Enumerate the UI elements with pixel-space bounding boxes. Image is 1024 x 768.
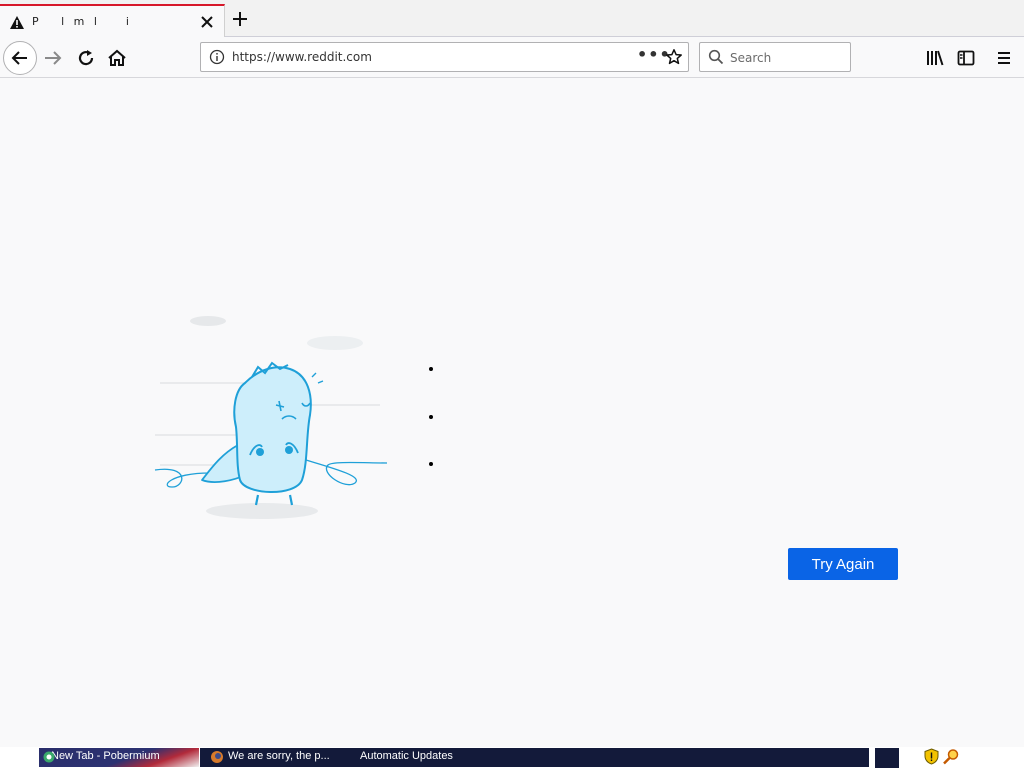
taskbar-item-label: We are sorry, the p...	[228, 750, 330, 762]
url-bar[interactable]: https://www.reddit.com •••	[200, 42, 689, 72]
new-tab-button[interactable]	[230, 9, 250, 29]
reload-button[interactable]	[75, 47, 97, 69]
taskbar-item-automatic-updates[interactable]: Automatic Updates	[357, 748, 869, 767]
hamburger-menu-icon[interactable]	[994, 47, 1014, 69]
search-input[interactable]	[730, 49, 840, 67]
library-icon[interactable]	[924, 47, 946, 69]
firefox-icon	[211, 751, 223, 763]
list-item	[444, 456, 464, 504]
close-icon[interactable]	[198, 13, 216, 31]
taskbar: New Tab - Pobermium We are sorry, the p.…	[0, 747, 1024, 768]
list-item	[444, 409, 464, 457]
error-detail-list	[432, 361, 464, 504]
list-item	[444, 361, 464, 409]
page-content: Try Again	[0, 79, 1024, 747]
page-actions-button[interactable]: •••	[637, 44, 670, 70]
taskbar-item-new-tab[interactable]: New Tab - Pobermium	[39, 748, 199, 767]
tab-title: P l m l i	[32, 15, 132, 28]
search-icon	[708, 49, 724, 65]
sidebar-icon[interactable]	[955, 47, 977, 69]
warning-icon	[10, 16, 24, 29]
taskbar-item-error-page[interactable]: We are sorry, the p...	[200, 748, 357, 767]
taskbar-item-label: Automatic Updates	[360, 750, 453, 762]
bookmark-star-icon[interactable]	[665, 48, 683, 66]
navigation-bar: https://www.reddit.com •••	[0, 37, 1024, 78]
security-shield-icon[interactable]	[924, 748, 939, 765]
sad-dinosaur-illustration	[154, 316, 388, 519]
back-button[interactable]	[3, 41, 37, 75]
forward-button[interactable]	[42, 47, 64, 69]
tab-strip: P l m l i	[0, 0, 1024, 37]
taskbar-spacer	[875, 748, 899, 768]
tab-active[interactable]: P l m l i	[0, 4, 225, 37]
taskbar-item-label: New Tab - Pobermium	[51, 750, 160, 762]
search-tool-icon[interactable]	[942, 748, 960, 765]
browser-icon	[43, 751, 55, 763]
arrow-left-icon	[11, 51, 27, 65]
info-icon[interactable]	[209, 49, 225, 65]
search-bar[interactable]	[699, 42, 851, 72]
url-text[interactable]: https://www.reddit.com	[232, 50, 372, 64]
try-again-button[interactable]: Try Again	[788, 548, 898, 580]
home-button[interactable]	[106, 47, 128, 69]
